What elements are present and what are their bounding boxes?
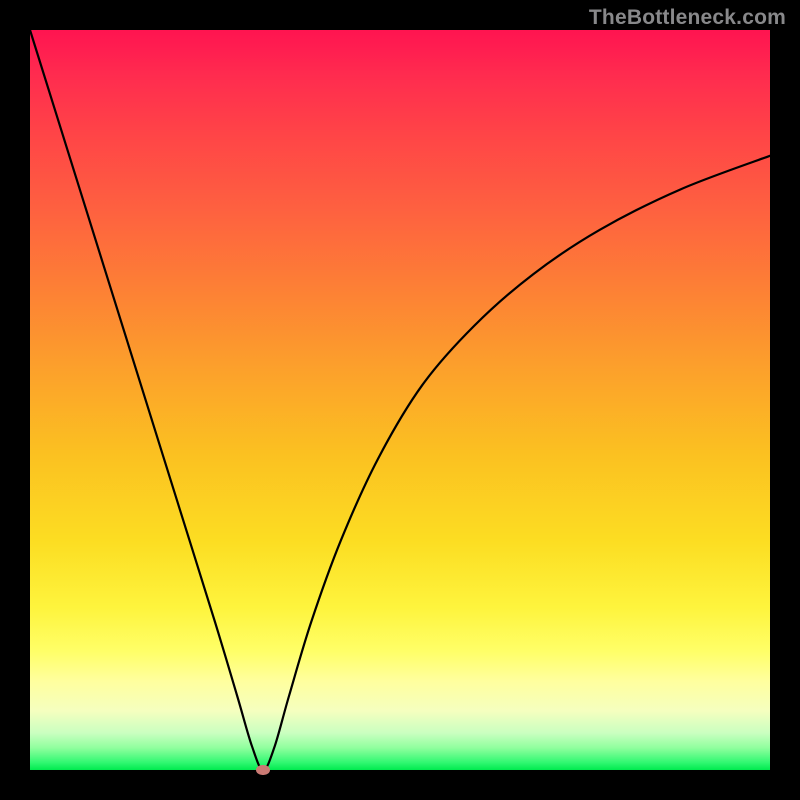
plot-area (30, 30, 770, 770)
watermark-text: TheBottleneck.com (589, 6, 786, 30)
chart-curve-layer (30, 30, 770, 770)
minimum-marker (256, 765, 270, 775)
chart-frame: TheBottleneck.com (0, 0, 800, 800)
bottleneck-curve (30, 30, 770, 770)
